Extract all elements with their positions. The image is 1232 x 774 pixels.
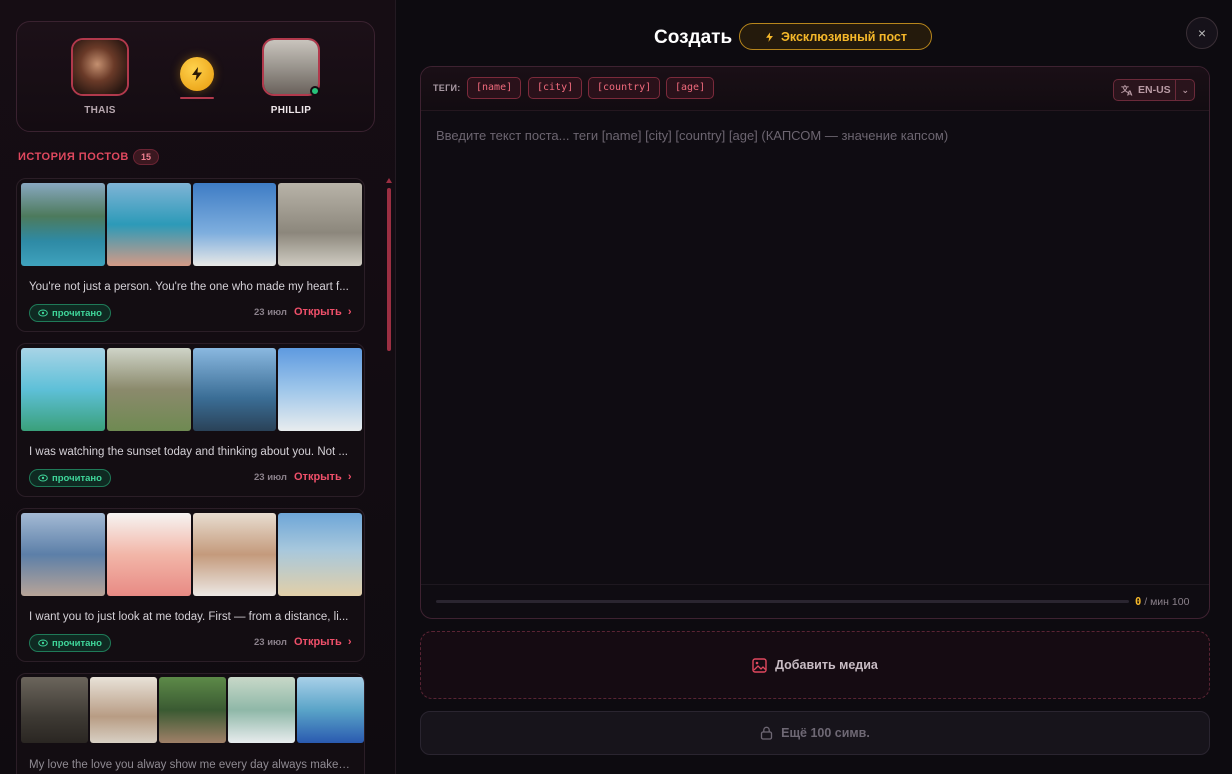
tag-city[interactable]: [city] — [528, 77, 583, 99]
scroll-up-arrow[interactable] — [386, 178, 392, 183]
avatar-name-left: THAIS — [84, 105, 116, 116]
close-icon: × — [1197, 25, 1207, 41]
connector-line — [180, 97, 214, 99]
read-status-badge: прочитано — [29, 304, 111, 322]
tag-age[interactable]: [age] — [666, 77, 715, 99]
post-text: I was watching the sunset today and thin… — [29, 446, 349, 458]
page-title: Создать — [654, 27, 733, 48]
lightning-icon — [180, 57, 214, 91]
read-status-text: прочитано — [52, 307, 102, 319]
submit-button-locked[interactable]: Ещё 100 симв. — [420, 711, 1210, 755]
scrollbar-thumb[interactable] — [387, 188, 391, 351]
post-thumbnail[interactable] — [159, 677, 226, 743]
post-open-link[interactable]: Открыть › — [294, 306, 352, 318]
pair-card: THAIS PHILLIP — [16, 21, 375, 132]
post-thumbnail[interactable] — [278, 348, 362, 431]
chevron-right-icon: › — [344, 306, 352, 318]
post-thumbs — [21, 513, 362, 596]
post-editor: ТЕГИ: [name] [city] [country] [age] 文A E… — [420, 66, 1210, 619]
avatar-thais[interactable] — [71, 38, 129, 96]
online-indicator — [310, 86, 320, 96]
post-date: 23 июл — [254, 307, 287, 318]
language-value: EN-US — [1138, 84, 1171, 96]
read-status-badge: прочитано — [29, 469, 111, 487]
tag-country[interactable]: [country] — [588, 77, 661, 99]
chevron-right-icon: › — [344, 636, 352, 648]
post-text-input[interactable]: Введите текст поста... теги [name] [city… — [436, 128, 948, 143]
tags-label: ТЕГИ: — [433, 83, 461, 93]
post-thumbnail[interactable] — [278, 513, 362, 596]
post-open-label: Открыть — [294, 471, 342, 483]
read-status-text: прочитано — [52, 637, 102, 649]
avatar-photo — [73, 40, 127, 94]
svg-text:A: A — [1127, 90, 1133, 97]
post-thumbnail[interactable] — [21, 513, 105, 596]
post-thumbs — [21, 677, 364, 743]
eye-icon — [38, 309, 48, 317]
post-thumbnail[interactable] — [21, 677, 88, 743]
read-status-text: прочитано — [52, 472, 102, 484]
add-media-button[interactable]: Добавить медиа — [420, 631, 1210, 699]
char-count: 0 — [1135, 596, 1142, 608]
post-thumbnail[interactable] — [107, 348, 191, 431]
avatar-photo — [264, 40, 318, 94]
post-thumbnail[interactable] — [193, 513, 276, 596]
post-text: You're not just a person. You're the one… — [29, 281, 349, 293]
post-open-link[interactable]: Открыть › — [294, 636, 352, 648]
char-progress-bar — [436, 600, 1129, 603]
chevron-right-icon: › — [344, 471, 352, 483]
submit-button-label: Ещё 100 симв. — [781, 726, 870, 740]
char-counter: 0 / мин 100 — [1135, 596, 1189, 608]
post-date: 23 июл — [254, 637, 287, 648]
chevron-down-icon: ⌄ — [1181, 84, 1190, 95]
post-thumbnail[interactable] — [278, 183, 362, 266]
history-title: ИСТОРИЯ ПОСТОВ — [18, 151, 129, 163]
post-text: I want you to just look at me today. Fir… — [29, 611, 349, 623]
post-thumbnail[interactable] — [107, 513, 191, 596]
post-thumbnail[interactable] — [90, 677, 157, 743]
post-thumbnail[interactable] — [228, 677, 295, 743]
post-open-label: Открыть — [294, 306, 342, 318]
history-count-badge: 15 — [133, 149, 160, 165]
post-date: 23 июл — [254, 472, 287, 483]
left-panel: THAIS PHILLIP ИСТОРИЯ ПОСТОВ 15 You're n… — [0, 0, 396, 774]
post-card[interactable]: I want you to just look at me today. Fir… — [16, 508, 365, 662]
language-select[interactable]: 文A EN-US ⌄ — [1113, 79, 1195, 101]
post-thumbnail[interactable] — [193, 183, 276, 266]
post-thumbnail[interactable] — [21, 183, 105, 266]
post-thumbs — [21, 183, 362, 266]
post-text: My love the love you alway show me every… — [29, 759, 354, 771]
post-thumbnail[interactable] — [107, 183, 191, 266]
editor-toolbar: ТЕГИ: [name] [city] [country] [age] 文A E… — [421, 67, 1209, 111]
app-window: THAIS PHILLIP ИСТОРИЯ ПОСТОВ 15 You're n… — [0, 0, 1232, 774]
eye-icon — [38, 639, 48, 647]
post-open-link[interactable]: Открыть › — [294, 471, 352, 483]
eye-icon — [38, 474, 48, 482]
read-status-badge: прочитано — [29, 634, 111, 652]
post-thumbnail[interactable] — [193, 348, 276, 431]
lock-icon — [761, 726, 773, 740]
lightning-icon — [766, 31, 773, 42]
post-card[interactable]: My love the love you alway show me every… — [16, 673, 365, 774]
avatar-name-right: PHILLIP — [270, 105, 312, 116]
translate-icon: 文A — [1121, 84, 1133, 97]
exclusive-post-button[interactable]: Эксклюзивный пост — [739, 23, 932, 50]
post-thumbnail[interactable] — [297, 677, 364, 743]
language-label: 文A EN-US — [1114, 80, 1177, 100]
char-min: / мин 100 — [1144, 596, 1190, 608]
post-card[interactable]: You're not just a person. You're the one… — [16, 178, 365, 332]
exclusive-post-label: Эксклюзивный пост — [780, 29, 908, 44]
close-button[interactable]: × — [1186, 17, 1218, 49]
tag-name[interactable]: [name] — [467, 77, 522, 99]
divider — [421, 584, 1209, 585]
add-media-label: Добавить медиа — [775, 658, 878, 672]
image-icon — [752, 657, 767, 673]
post-card[interactable]: I was watching the sunset today and thin… — [16, 343, 365, 497]
post-thumbnail[interactable] — [21, 348, 105, 431]
post-thumbs — [21, 348, 362, 431]
post-open-label: Открыть — [294, 636, 342, 648]
